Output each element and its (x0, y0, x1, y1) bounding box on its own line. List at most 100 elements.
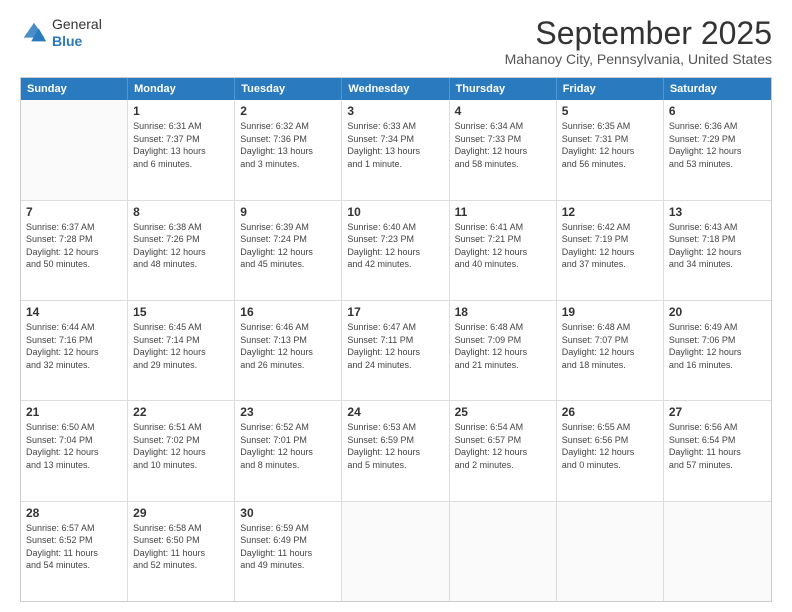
cell-l4: and 48 minutes. (133, 258, 229, 271)
cell-l3: Daylight: 12 hours (26, 346, 122, 359)
day-number: 11 (455, 205, 551, 219)
cal-cell-w3-d3: 16Sunrise: 6:46 AMSunset: 7:13 PMDayligh… (235, 301, 342, 400)
cell-l1: Sunrise: 6:32 AM (240, 120, 336, 133)
cell-l1: Sunrise: 6:58 AM (133, 522, 229, 535)
cell-l2: Sunset: 7:24 PM (240, 233, 336, 246)
day-number: 14 (26, 305, 122, 319)
cell-l4: and 50 minutes. (26, 258, 122, 271)
cell-l3: Daylight: 12 hours (562, 346, 658, 359)
cell-l3: Daylight: 13 hours (133, 145, 229, 158)
day-number: 1 (133, 104, 229, 118)
day-number: 2 (240, 104, 336, 118)
calendar-header: Sunday Monday Tuesday Wednesday Thursday… (21, 78, 771, 100)
subtitle: Mahanoy City, Pennsylvania, United State… (505, 51, 772, 67)
cal-cell-w3-d6: 19Sunrise: 6:48 AMSunset: 7:07 PMDayligh… (557, 301, 664, 400)
header-tuesday: Tuesday (235, 78, 342, 100)
cell-l4: and 10 minutes. (133, 459, 229, 472)
title-block: September 2025 Mahanoy City, Pennsylvani… (505, 16, 772, 67)
cell-l1: Sunrise: 6:50 AM (26, 421, 122, 434)
cell-l1: Sunrise: 6:35 AM (562, 120, 658, 133)
cell-l4: and 8 minutes. (240, 459, 336, 472)
cell-l4: and 0 minutes. (562, 459, 658, 472)
cal-cell-w1-d1 (21, 100, 128, 199)
cell-l4: and 56 minutes. (562, 158, 658, 171)
day-number: 9 (240, 205, 336, 219)
cell-l2: Sunset: 6:56 PM (562, 434, 658, 447)
cell-l4: and 6 minutes. (133, 158, 229, 171)
cell-l3: Daylight: 12 hours (455, 246, 551, 259)
cal-cell-w4-d5: 25Sunrise: 6:54 AMSunset: 6:57 PMDayligh… (450, 401, 557, 500)
logo-icon (20, 19, 48, 47)
cal-cell-w4-d7: 27Sunrise: 6:56 AMSunset: 6:54 PMDayligh… (664, 401, 771, 500)
cell-l3: Daylight: 12 hours (133, 246, 229, 259)
cell-l2: Sunset: 7:04 PM (26, 434, 122, 447)
cell-l3: Daylight: 12 hours (240, 446, 336, 459)
cell-l3: Daylight: 12 hours (133, 446, 229, 459)
day-number: 25 (455, 405, 551, 419)
cell-l2: Sunset: 7:31 PM (562, 133, 658, 146)
cal-cell-w3-d1: 14Sunrise: 6:44 AMSunset: 7:16 PMDayligh… (21, 301, 128, 400)
cell-l1: Sunrise: 6:37 AM (26, 221, 122, 234)
cal-cell-w3-d7: 20Sunrise: 6:49 AMSunset: 7:06 PMDayligh… (664, 301, 771, 400)
week-row-2: 7Sunrise: 6:37 AMSunset: 7:28 PMDaylight… (21, 201, 771, 301)
cell-l1: Sunrise: 6:57 AM (26, 522, 122, 535)
cell-l4: and 58 minutes. (455, 158, 551, 171)
cell-l4: and 1 minute. (347, 158, 443, 171)
cal-cell-w5-d3: 30Sunrise: 6:59 AMSunset: 6:49 PMDayligh… (235, 502, 342, 601)
cal-cell-w5-d6 (557, 502, 664, 601)
header-thursday: Thursday (450, 78, 557, 100)
cell-l2: Sunset: 6:52 PM (26, 534, 122, 547)
cell-l1: Sunrise: 6:51 AM (133, 421, 229, 434)
day-number: 20 (669, 305, 766, 319)
cell-l2: Sunset: 6:59 PM (347, 434, 443, 447)
cal-cell-w1-d5: 4Sunrise: 6:34 AMSunset: 7:33 PMDaylight… (450, 100, 557, 199)
cell-l1: Sunrise: 6:43 AM (669, 221, 766, 234)
cell-l4: and 42 minutes. (347, 258, 443, 271)
cell-l3: Daylight: 12 hours (669, 346, 766, 359)
cell-l2: Sunset: 6:57 PM (455, 434, 551, 447)
day-number: 3 (347, 104, 443, 118)
cell-l4: and 54 minutes. (26, 559, 122, 572)
cell-l4: and 29 minutes. (133, 359, 229, 372)
logo-blue: Blue (52, 33, 82, 49)
day-number: 21 (26, 405, 122, 419)
cell-l2: Sunset: 7:07 PM (562, 334, 658, 347)
day-number: 22 (133, 405, 229, 419)
cal-cell-w2-d2: 8Sunrise: 6:38 AMSunset: 7:26 PMDaylight… (128, 201, 235, 300)
header-wednesday: Wednesday (342, 78, 449, 100)
cell-l1: Sunrise: 6:48 AM (455, 321, 551, 334)
cell-l2: Sunset: 7:28 PM (26, 233, 122, 246)
cell-l4: and 53 minutes. (669, 158, 766, 171)
cell-l3: Daylight: 12 hours (240, 346, 336, 359)
cell-l1: Sunrise: 6:48 AM (562, 321, 658, 334)
cell-l3: Daylight: 11 hours (133, 547, 229, 560)
cell-l1: Sunrise: 6:44 AM (26, 321, 122, 334)
cell-l1: Sunrise: 6:39 AM (240, 221, 336, 234)
cell-l4: and 57 minutes. (669, 459, 766, 472)
cal-cell-w4-d6: 26Sunrise: 6:55 AMSunset: 6:56 PMDayligh… (557, 401, 664, 500)
cell-l3: Daylight: 12 hours (669, 145, 766, 158)
cal-cell-w2-d5: 11 Sunrise: 6:41 AMSunset: 7:21 PMDayligh… (450, 201, 557, 300)
cell-l3: Daylight: 12 hours (562, 446, 658, 459)
day-number: 10 (347, 205, 443, 219)
cell-l2: Sunset: 7:29 PM (669, 133, 766, 146)
header-saturday: Saturday (664, 78, 771, 100)
day-number: 27 (669, 405, 766, 419)
header-monday: Monday (128, 78, 235, 100)
cal-cell-w2-d3: 9Sunrise: 6:39 AMSunset: 7:24 PMDaylight… (235, 201, 342, 300)
cell-l1: Sunrise: 6:46 AM (240, 321, 336, 334)
day-number: 18 (455, 305, 551, 319)
day-number: 28 (26, 506, 122, 520)
cell-l2: Sunset: 7:11 PM (347, 334, 443, 347)
cell-l1: Sunrise: 6:59 AM (240, 522, 336, 535)
cell-l4: and 5 minutes. (347, 459, 443, 472)
cell-l2: Sunset: 7:02 PM (133, 434, 229, 447)
cal-cell-w5-d5 (450, 502, 557, 601)
cell-l2: Sunset: 7:21 PM (455, 233, 551, 246)
cal-cell-w5-d2: 29Sunrise: 6:58 AMSunset: 6:50 PMDayligh… (128, 502, 235, 601)
day-number: 8 (133, 205, 229, 219)
cell-l1: Sunrise: 6:41 AM (455, 221, 551, 234)
cell-l1: Sunrise: 6:47 AM (347, 321, 443, 334)
cal-cell-w2-d7: 13Sunrise: 6:43 AMSunset: 7:18 PMDayligh… (664, 201, 771, 300)
cal-cell-w2-d1: 7Sunrise: 6:37 AMSunset: 7:28 PMDaylight… (21, 201, 128, 300)
